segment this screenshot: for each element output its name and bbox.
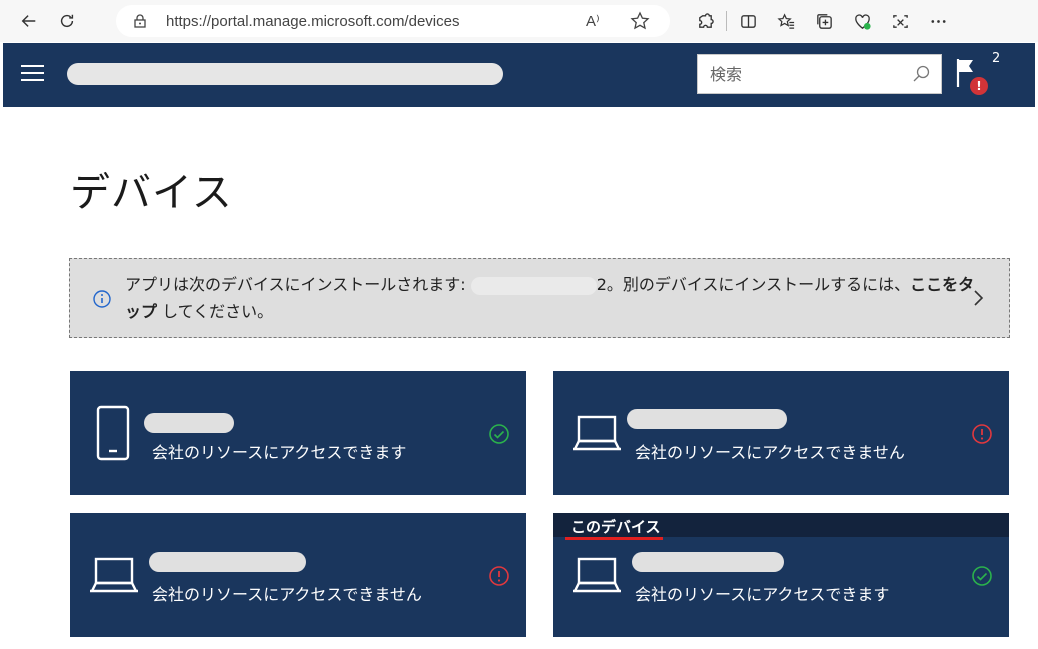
screenshot-button[interactable] [881, 0, 919, 42]
device-status: 会社のリソースにアクセスできます [152, 443, 407, 462]
puzzle-icon [698, 12, 714, 28]
chevron-right-icon[interactable] [969, 287, 987, 309]
this-device-underline [565, 537, 663, 540]
browser-essentials-button[interactable] [843, 0, 881, 42]
refresh-button[interactable] [48, 0, 86, 42]
install-info-banner[interactable]: アプリは次のデバイスにインストールされます: 2。別のデバイスにインストールする… [69, 258, 1010, 338]
banner-text: アプリは次のデバイスにインストールされます: 2。別のデバイスにインストールする… [125, 271, 975, 325]
page-title: デバイス [70, 170, 233, 216]
banner-text-before: アプリは次のデバイスにインストールされます: [125, 275, 471, 294]
search-input[interactable] [698, 56, 898, 92]
device-name-redacted [149, 552, 306, 572]
device-name-redacted [632, 552, 784, 572]
search-icon[interactable] [911, 64, 931, 84]
read-aloud-button[interactable]: A⁾ [586, 12, 606, 30]
device-name-redacted [470, 276, 597, 295]
device-tile[interactable]: 会社のリソースにアクセスできません [553, 371, 1009, 495]
check-circle-icon [972, 566, 992, 586]
split-screen-icon [740, 14, 756, 28]
star-icon[interactable] [630, 11, 650, 31]
check-circle-icon [489, 424, 509, 444]
device-status: 会社のリソースにアクセスできません [635, 443, 905, 462]
favorites-button[interactable] [767, 0, 805, 42]
this-device-label: このデバイス [571, 518, 661, 536]
laptop-icon [573, 557, 621, 593]
back-button[interactable] [10, 0, 48, 42]
notifications-button[interactable]: ! 2 [954, 51, 1014, 97]
address-bar[interactable]: https://portal.manage.microsoft.com/devi… [116, 5, 670, 37]
device-name-redacted [627, 409, 787, 429]
notification-count: 2 [992, 51, 1001, 66]
device-tile[interactable]: 会社のリソースにアクセスできます [70, 371, 526, 495]
device-status: 会社のリソースにアクセスできません [152, 585, 422, 604]
error-circle-icon [489, 566, 509, 586]
toolbar-divider [726, 11, 727, 31]
split-screen-button[interactable] [729, 0, 767, 42]
more-button[interactable] [919, 0, 957, 42]
extensions-button[interactable] [686, 0, 724, 42]
ellipsis-icon [930, 19, 946, 23]
laptop-icon [573, 415, 621, 451]
laptop-icon [90, 557, 138, 593]
device-tile-this-device[interactable]: このデバイス 会社のリソースにアクセスできます [553, 513, 1009, 637]
heart-pulse-icon [854, 13, 871, 30]
collections-icon [816, 13, 832, 29]
phone-icon [96, 405, 130, 461]
device-tile[interactable]: 会社のリソースにアクセスできません [70, 513, 526, 637]
favorites-list-icon [776, 12, 794, 29]
menu-icon[interactable] [21, 65, 45, 85]
url-text[interactable]: https://portal.manage.microsoft.com/devi… [166, 13, 459, 30]
info-icon [93, 290, 111, 308]
banner-text-partial: 2。別のデバイスにインストールするには、 [596, 275, 911, 294]
device-name-redacted [144, 413, 234, 433]
screenshot-icon [892, 14, 908, 28]
arrow-left-icon [21, 15, 36, 27]
search-box[interactable] [697, 54, 942, 94]
browser-tools [686, 0, 957, 42]
lock-icon [134, 14, 146, 28]
device-status: 会社のリソースにアクセスできます [635, 585, 890, 604]
this-device-header: このデバイス [553, 513, 1009, 537]
banner-text-after: してください。 [157, 302, 274, 321]
alert-icon: ! [970, 77, 988, 95]
collections-button[interactable] [805, 0, 843, 42]
refresh-icon [60, 14, 74, 28]
tenant-name-redacted [67, 63, 503, 85]
app-header: ! 2 [3, 43, 1035, 107]
error-circle-icon [972, 424, 992, 444]
